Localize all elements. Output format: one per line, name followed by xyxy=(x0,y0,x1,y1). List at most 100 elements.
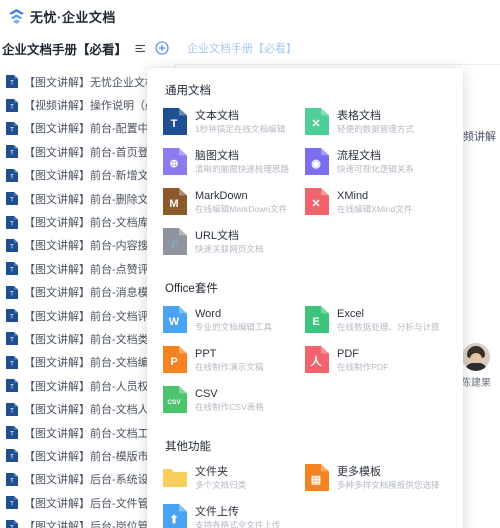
sheet-document-icon: ✕ xyxy=(305,108,329,135)
svg-text:✕: ✕ xyxy=(311,118,320,130)
dropdown-item[interactable]: ⬆ 文件上传 支持各格式全文件上传 xyxy=(163,504,305,528)
svg-text:⬆: ⬆ xyxy=(169,514,178,526)
svg-text:T: T xyxy=(10,103,14,110)
svg-text:T: T xyxy=(10,407,14,414)
dropdown-item[interactable]: 🔗 URL文档 快速关联网页文档 xyxy=(163,228,305,256)
svg-text:T: T xyxy=(10,454,14,461)
circle-plus-icon[interactable] xyxy=(154,41,169,56)
dropdown-item[interactable]: 人 PDF 在线制作PDF xyxy=(305,346,447,374)
list-item-label: 【图文讲解】后台-文件管理 xyxy=(24,497,160,510)
svg-text:T: T xyxy=(10,150,14,157)
text-doc-icon: T xyxy=(6,332,18,346)
dropdown-item-desc: 快速关联网页文档 xyxy=(195,244,264,254)
dropdown-item[interactable]: E Excel 在线数据处理、分析与计算 xyxy=(305,306,447,334)
folder-icon xyxy=(163,464,187,491)
csv-document-icon: CSV xyxy=(163,386,187,413)
svg-text:T: T xyxy=(10,220,14,227)
dropdown-item-name: CSV xyxy=(195,388,218,400)
text-doc-icon: T xyxy=(6,262,18,276)
dropdown-item[interactable]: P PPT 在线制作演示文稿 xyxy=(163,346,305,374)
dropdown-item[interactable]: ⊕ 脑图文档 清晰的脑图快速梳理思路 xyxy=(163,148,305,176)
dropdown-item-desc: 在线编辑XMind文件 xyxy=(337,204,413,214)
create-document-dropdown[interactable]: 通用文档 T 文本文档 1秒钟搞定在线文档编辑 ✕ 表格文档 轻便的数据管理方式 ⊕ 脑图文档清… xyxy=(147,68,463,528)
svg-text:T: T xyxy=(10,337,14,344)
dropdown-item-desc: 轻便的数据管理方式 xyxy=(337,124,414,134)
svg-text:人: 人 xyxy=(311,354,323,368)
brand-bar: 无忧·企业文档 xyxy=(0,0,500,32)
list-item-label: 【图文讲解】前台-点赞评价 xyxy=(24,263,160,276)
list-item-label: 【图文讲解】前台-配置中心 xyxy=(24,123,160,136)
list-item-label: 【图文讲解】前台-文档工具 xyxy=(24,427,160,440)
dropdown-item-desc: 在线数据处理、分析与计算 xyxy=(337,322,440,332)
dropdown-item-name: 文件上传 xyxy=(195,506,239,518)
dropdown-item[interactable]: 文件夹 多个文档归类 xyxy=(163,464,305,492)
dropdown-section-title: 其他功能 xyxy=(165,441,211,453)
text-doc-icon: T xyxy=(6,309,18,323)
pdf-document-icon: 人 xyxy=(305,346,329,373)
list-item-label: 【图文讲解】前台-文档评论 xyxy=(24,310,160,323)
app-root: 无忧·企业文档 企业文档手册【必看】 T 【图文讲解】无忧企业文档快速... T 【视… xyxy=(0,0,500,528)
svg-text:T: T xyxy=(171,118,178,130)
diamond-logo-icon xyxy=(8,8,25,25)
text-doc-icon: T xyxy=(6,496,18,510)
dropdown-item-name: 文件夹 xyxy=(195,466,228,478)
dropdown-item-desc: 多个文档归类 xyxy=(195,480,247,490)
list-item-label: 【图文讲解】前台-文档类型 xyxy=(24,333,160,346)
dropdown-item-desc: 清晰的脑图快速梳理思路 xyxy=(195,164,290,174)
text-document-icon: T xyxy=(163,108,187,135)
svg-text:T: T xyxy=(10,384,14,391)
text-doc-icon: T xyxy=(6,355,18,369)
dropdown-item[interactable]: CSV CSV 在线制作CSV表格 xyxy=(163,386,305,414)
list-collapse-icon[interactable] xyxy=(133,41,148,56)
svg-text:🔗: 🔗 xyxy=(170,239,178,248)
dropdown-item[interactable]: T 文本文档 1秒钟搞定在线文档编辑 xyxy=(163,108,305,136)
text-doc-icon: T xyxy=(6,519,18,528)
svg-text:T: T xyxy=(10,360,14,367)
left-panel-title: 企业文档手册【必看】 xyxy=(2,42,128,57)
brand-title: 无忧·企业文档 xyxy=(30,9,116,25)
text-doc-icon: T xyxy=(6,215,18,229)
dropdown-item[interactable]: ✕ 表格文档 轻便的数据管理方式 xyxy=(305,108,447,136)
dropdown-item-desc: 在线制作CSV表格 xyxy=(195,402,264,412)
dropdown-item[interactable]: ✕ XMind 在线编辑XMind文件 xyxy=(305,188,447,216)
list-item-label: 【图文讲解】前台-消息模版 xyxy=(24,287,160,300)
mindmap-document-icon: ⊕ xyxy=(163,148,187,175)
dropdown-item-name: XMind xyxy=(337,190,369,202)
ppt-document-icon: P xyxy=(163,346,187,373)
svg-text:T: T xyxy=(10,173,14,180)
dropdown-item[interactable]: ▤ 更多模板 多种多样文档模板供您选择 xyxy=(305,464,447,492)
tab-bar[interactable]: 企业文档手册【必看】 xyxy=(175,32,500,65)
text-doc-icon: T xyxy=(6,379,18,393)
text-doc-icon: T xyxy=(6,472,18,486)
markdown-document-icon: M xyxy=(163,188,187,215)
tab-item[interactable]: 企业文档手册【必看】 xyxy=(175,40,309,56)
dropdown-section-title: Office套件 xyxy=(165,283,218,295)
user-avatar[interactable] xyxy=(462,343,490,371)
svg-text:T: T xyxy=(10,244,14,251)
dropdown-item-desc: 快速可视化逻辑关系 xyxy=(337,164,414,174)
svg-text:T: T xyxy=(10,314,14,321)
dropdown-item[interactable]: W Word 专业的文档编辑工具 xyxy=(163,306,305,334)
text-doc-icon: T xyxy=(6,192,18,206)
text-doc-icon: T xyxy=(6,402,18,416)
flowchart-document-icon: ◉ xyxy=(305,148,329,175)
dropdown-item-name: PDF xyxy=(337,348,359,360)
dropdown-item-desc: 专业的文档编辑工具 xyxy=(195,322,272,332)
dropdown-item-desc: 多种多样文档模板供您选择 xyxy=(337,480,440,490)
text-doc-icon: T xyxy=(6,75,18,89)
dropdown-item[interactable]: M MarkDown 在线编辑MarkDown文件 xyxy=(163,188,305,216)
text-doc-icon: T xyxy=(6,285,18,299)
dropdown-item[interactable]: ◉ 流程文档 快速可视化逻辑关系 xyxy=(305,148,447,176)
svg-text:T: T xyxy=(10,80,14,87)
text-doc-icon: T xyxy=(6,426,18,440)
text-doc-icon: T xyxy=(6,168,18,182)
dropdown-item-name: 文本文档 xyxy=(195,110,239,122)
dropdown-section-grid: T 文本文档 1秒钟搞定在线文档编辑 ✕ 表格文档 轻便的数据管理方式 ⊕ 脑图文档 清晰的脑图… xyxy=(163,108,447,268)
dropdown-item-name: 更多模板 xyxy=(337,466,381,478)
xmind-document-icon: ✕ xyxy=(305,188,329,215)
dropdown-item-desc: 在线制作演示文稿 xyxy=(195,362,264,372)
list-item-label: 【图文讲解】前台-内容搜索 xyxy=(24,240,160,253)
dropdown-item-name: Excel xyxy=(337,308,364,320)
svg-text:T: T xyxy=(10,431,14,438)
svg-text:T: T xyxy=(10,524,14,528)
